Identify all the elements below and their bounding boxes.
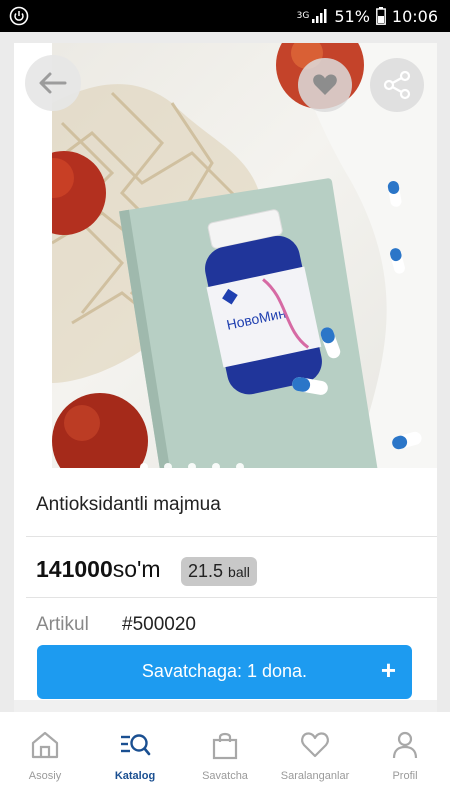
- nav-label-profile: Profil: [392, 770, 418, 782]
- battery-percent: 51%: [334, 6, 370, 26]
- status-bar: 3G 51% 10:06: [0, 0, 450, 32]
- product-photo-illustration: НовоМин: [52, 43, 437, 468]
- artikul-label: Artikul: [36, 614, 89, 635]
- product-title: Antioksidantli majmua: [36, 494, 221, 515]
- carousel-dot[interactable]: [164, 463, 172, 471]
- price-currency: so'm: [112, 556, 161, 582]
- catalog-search-icon: [121, 734, 151, 756]
- ball-badge: 21.5 ball: [181, 557, 257, 586]
- shopping-bag-icon: [212, 732, 238, 760]
- clock: 10:06: [391, 6, 438, 26]
- nav-item-home[interactable]: Asosiy: [0, 712, 90, 800]
- product-image[interactable]: НовоМин: [52, 43, 437, 468]
- nav-item-cart[interactable]: Savatcha: [180, 712, 270, 800]
- user-icon: [392, 731, 418, 759]
- power-icon: [9, 6, 29, 26]
- carousel-dot[interactable]: [236, 463, 244, 471]
- carousel-dot[interactable]: [140, 463, 148, 471]
- arrow-left-icon: [39, 72, 67, 94]
- nav-label-cart: Savatcha: [202, 770, 248, 782]
- ball-unit: ball: [228, 563, 250, 580]
- product-price: 141000so'm: [36, 556, 161, 583]
- nav-label-home: Asosiy: [28, 770, 62, 782]
- home-icon: [31, 731, 59, 759]
- share-icon: [383, 70, 411, 100]
- price-value: 141000: [36, 556, 113, 582]
- add-to-cart-button[interactable]: Savatchaga: 1 dona. +: [37, 645, 412, 699]
- heart-icon: [301, 732, 329, 758]
- network-type: 3G: [296, 10, 310, 21]
- share-button[interactable]: [370, 58, 424, 112]
- favorite-button[interactable]: [298, 58, 352, 112]
- divider: [26, 597, 437, 598]
- plus-icon[interactable]: +: [381, 657, 396, 683]
- nav-label-catalog: Katalog: [114, 770, 156, 782]
- signal-icon: [312, 9, 327, 23]
- carousel-dot[interactable]: [188, 463, 196, 471]
- bottom-navigation: Asosiy Katalog Savatcha Saralanganlar Pr…: [0, 712, 450, 800]
- nav-item-profile[interactable]: Profil: [360, 712, 450, 800]
- heart-icon: [313, 74, 337, 95]
- nav-label-favorites: Saralanganlar: [280, 770, 350, 782]
- nav-item-favorites[interactable]: Saralanganlar: [270, 712, 360, 800]
- back-button[interactable]: [25, 55, 81, 111]
- artikul-value: #500020: [122, 614, 196, 635]
- image-carousel-dots[interactable]: [140, 463, 244, 471]
- add-to-cart-label: Savatchaga: 1 dona.: [141, 661, 308, 681]
- battery-icon: [375, 7, 386, 25]
- divider: [26, 536, 437, 537]
- ball-value: 21.5: [188, 561, 224, 581]
- nav-item-catalog[interactable]: Katalog: [90, 712, 180, 800]
- carousel-dot[interactable]: [212, 463, 220, 471]
